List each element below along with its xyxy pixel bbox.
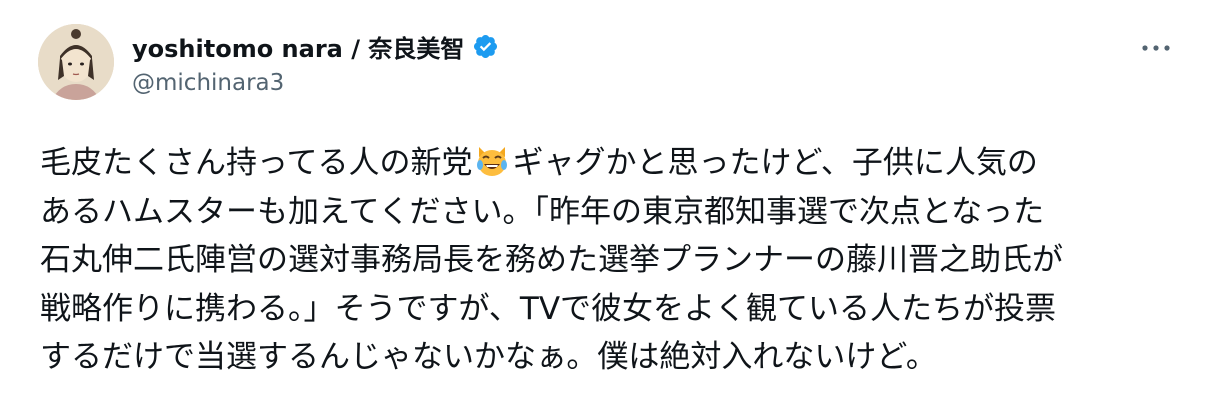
author-avatar[interactable] [38, 24, 114, 100]
more-horizontal-icon[interactable] [1138, 36, 1174, 60]
tweet-line-5: するだけで当選するんじゃないかなぁ。僕は絶対入れないけど。 [40, 339, 937, 375]
avatar-painting-girl [38, 24, 114, 100]
tweet-line-2: あるハムスターも加えてください。「昨年の東京都知事選で次点となった [40, 193, 1045, 230]
tweet-line-1: 毛皮たくさん持ってる人の新党 ギャグかと思ったけど、子供に人気の [40, 139, 1200, 188]
crying-laughing-cat-emoji [474, 143, 510, 179]
verified-badge-icon [472, 33, 499, 60]
tweet-line-4: 戦略作りに携わる。」そうですが、TVで彼女をよく観ている人たちが投票 [40, 290, 1057, 327]
author-name-row: yoshitomo nara / 奈良美智 [132, 28, 499, 64]
tweet-line-3: 石丸伸二氏陣営の選対事務局長を務めた選挙プランナーの藤川晋之助氏が [40, 242, 1063, 278]
author-handle[interactable]: @michinara3 [132, 70, 284, 96]
author-display-name[interactable]: yoshitomo nara / 奈良美智 [132, 29, 464, 64]
tweet-text: 毛皮たくさん持ってる人の新党 ギャグかと思ったけど、子供に人気の あるハムスター… [40, 139, 1200, 382]
tweet-text-segment: ギャグかと思ったけど、子供に人気の [512, 145, 1038, 181]
tweet-text-segment: 毛皮たくさん持ってる人の新党 [40, 145, 473, 181]
